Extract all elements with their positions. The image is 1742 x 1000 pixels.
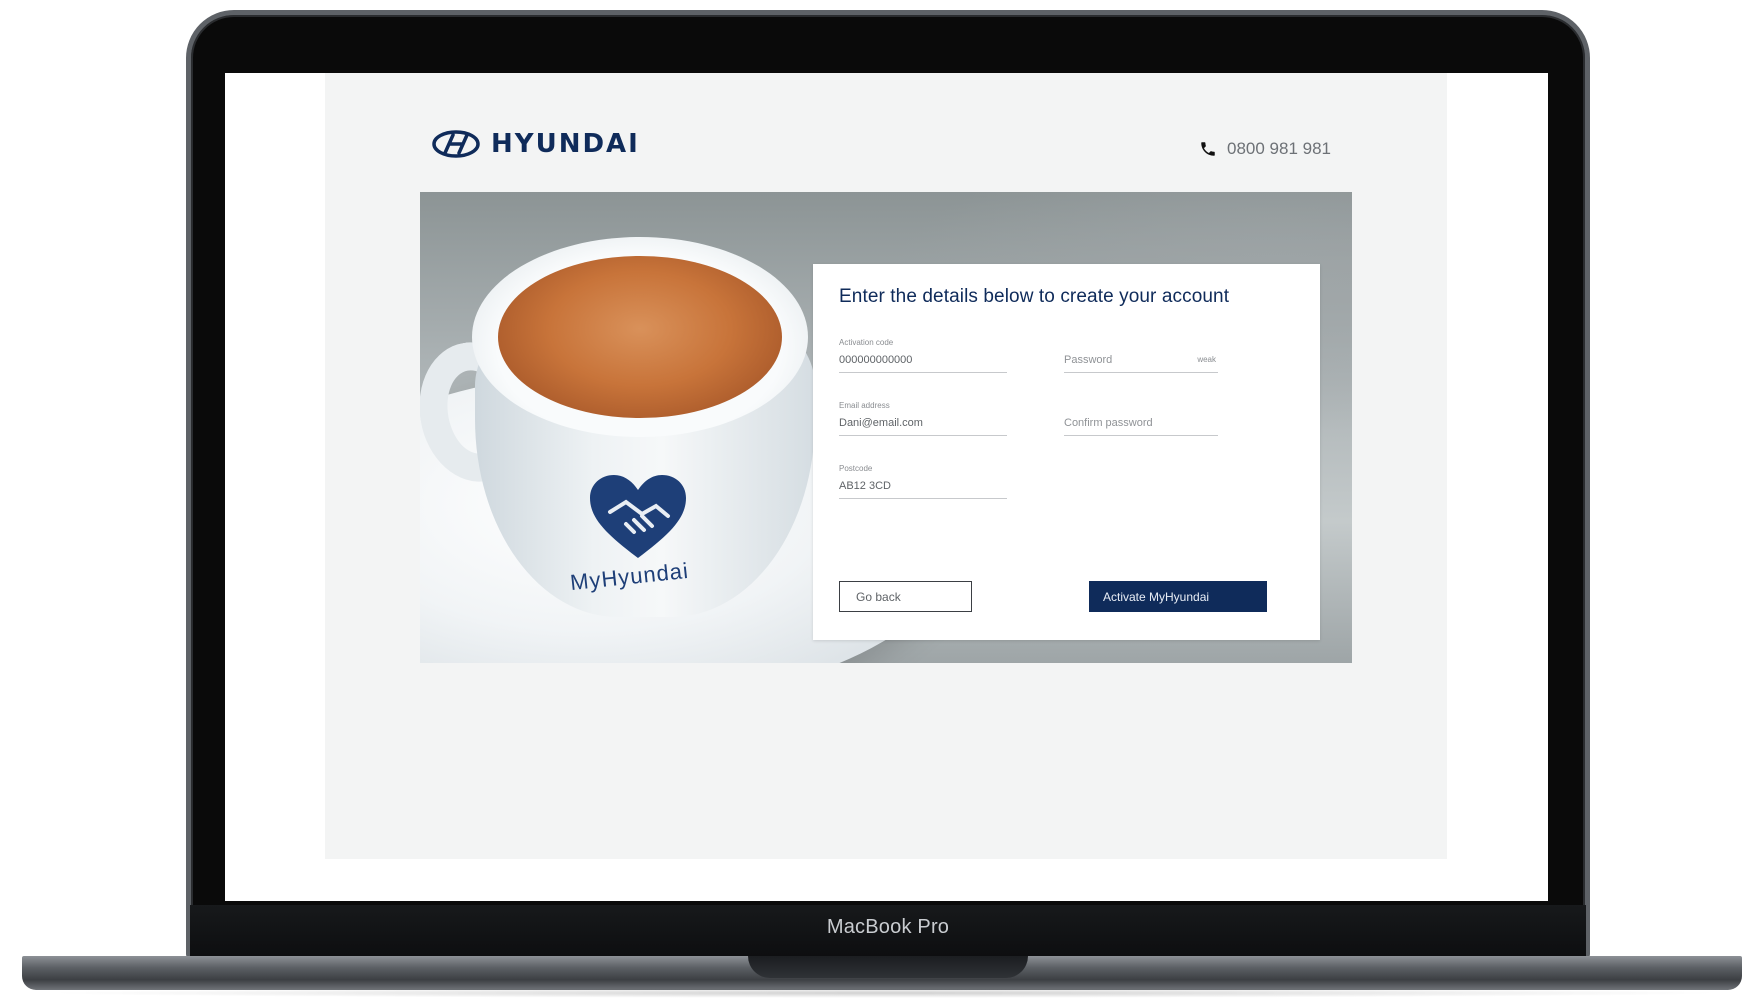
hyundai-logo-icon	[432, 130, 480, 158]
heart-handshake-icon	[590, 475, 686, 558]
password-field: weak	[1064, 338, 1218, 373]
password-input[interactable]	[1064, 350, 1218, 373]
postcode-label: Postcode	[839, 464, 873, 473]
password-strength: weak	[1197, 355, 1216, 364]
device-label: MacBook Pro	[826, 916, 950, 938]
confirm-password-field	[1064, 401, 1218, 436]
activation-code-field: Activation code	[839, 338, 1007, 373]
activation-code-label: Activation code	[839, 338, 894, 347]
brand-name: HYUNDAI	[491, 129, 640, 159]
activation-code-input[interactable]	[839, 350, 1007, 373]
hyundai-logo[interactable]: HYUNDAI	[431, 129, 640, 159]
go-back-button[interactable]: Go back	[839, 581, 972, 612]
email-label: Email address	[839, 401, 890, 410]
phone-number: 0800 981 981	[1227, 139, 1331, 158]
coffee-graphic	[498, 256, 782, 418]
phone-contact[interactable]: 0800 981 981	[1199, 139, 1331, 159]
signup-card: Enter the details below to create your a…	[813, 264, 1320, 640]
laptop-screen: HYUNDAI 0800 981 981 MyHyundai Enter the…	[225, 73, 1548, 901]
laptop-shadow	[40, 988, 1730, 998]
email-field: Email address	[839, 401, 1007, 436]
web-page: HYUNDAI 0800 981 981 MyHyundai Enter the…	[325, 73, 1447, 859]
activate-button[interactable]: Activate MyHyundai	[1089, 581, 1267, 612]
phone-icon	[1201, 142, 1215, 156]
postcode-field: Postcode	[839, 464, 1007, 499]
form-title: Enter the details below to create your a…	[839, 286, 1230, 307]
email-input[interactable]	[839, 413, 1007, 436]
hero-image: MyHyundai Enter the details below to cre…	[420, 192, 1352, 663]
laptop-base-notch	[748, 956, 1028, 978]
postcode-input[interactable]	[839, 476, 1007, 499]
confirm-password-input[interactable]	[1064, 413, 1218, 436]
